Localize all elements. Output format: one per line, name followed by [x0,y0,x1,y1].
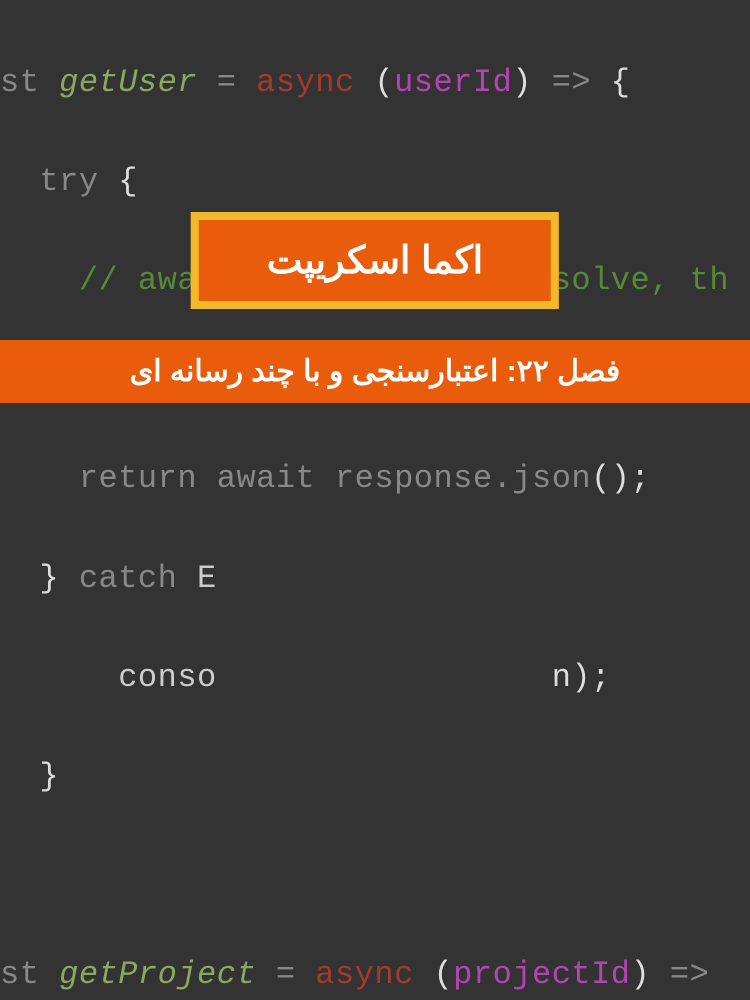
code-line: st getUser = async (userId) => { [0,58,750,108]
title-box: اکما اسکریپت [191,212,559,309]
title-text: اکما اسکریپت [267,238,483,283]
code-line: conso n); [0,653,750,703]
code-line: return await response.json(); [0,454,750,504]
subtitle-text: فصل ۲۲: اعتبارسنجی و با چند رسانه ای [0,354,750,389]
code-line: st getProject = async (projectId) => [0,950,750,1000]
subtitle-bar: فصل ۲۲: اعتبارسنجی و با چند رسانه ای [0,340,750,403]
code-line: } catch E [0,554,750,604]
code-line: } [0,752,750,802]
code-line [0,851,750,901]
code-line: try { [0,157,750,207]
